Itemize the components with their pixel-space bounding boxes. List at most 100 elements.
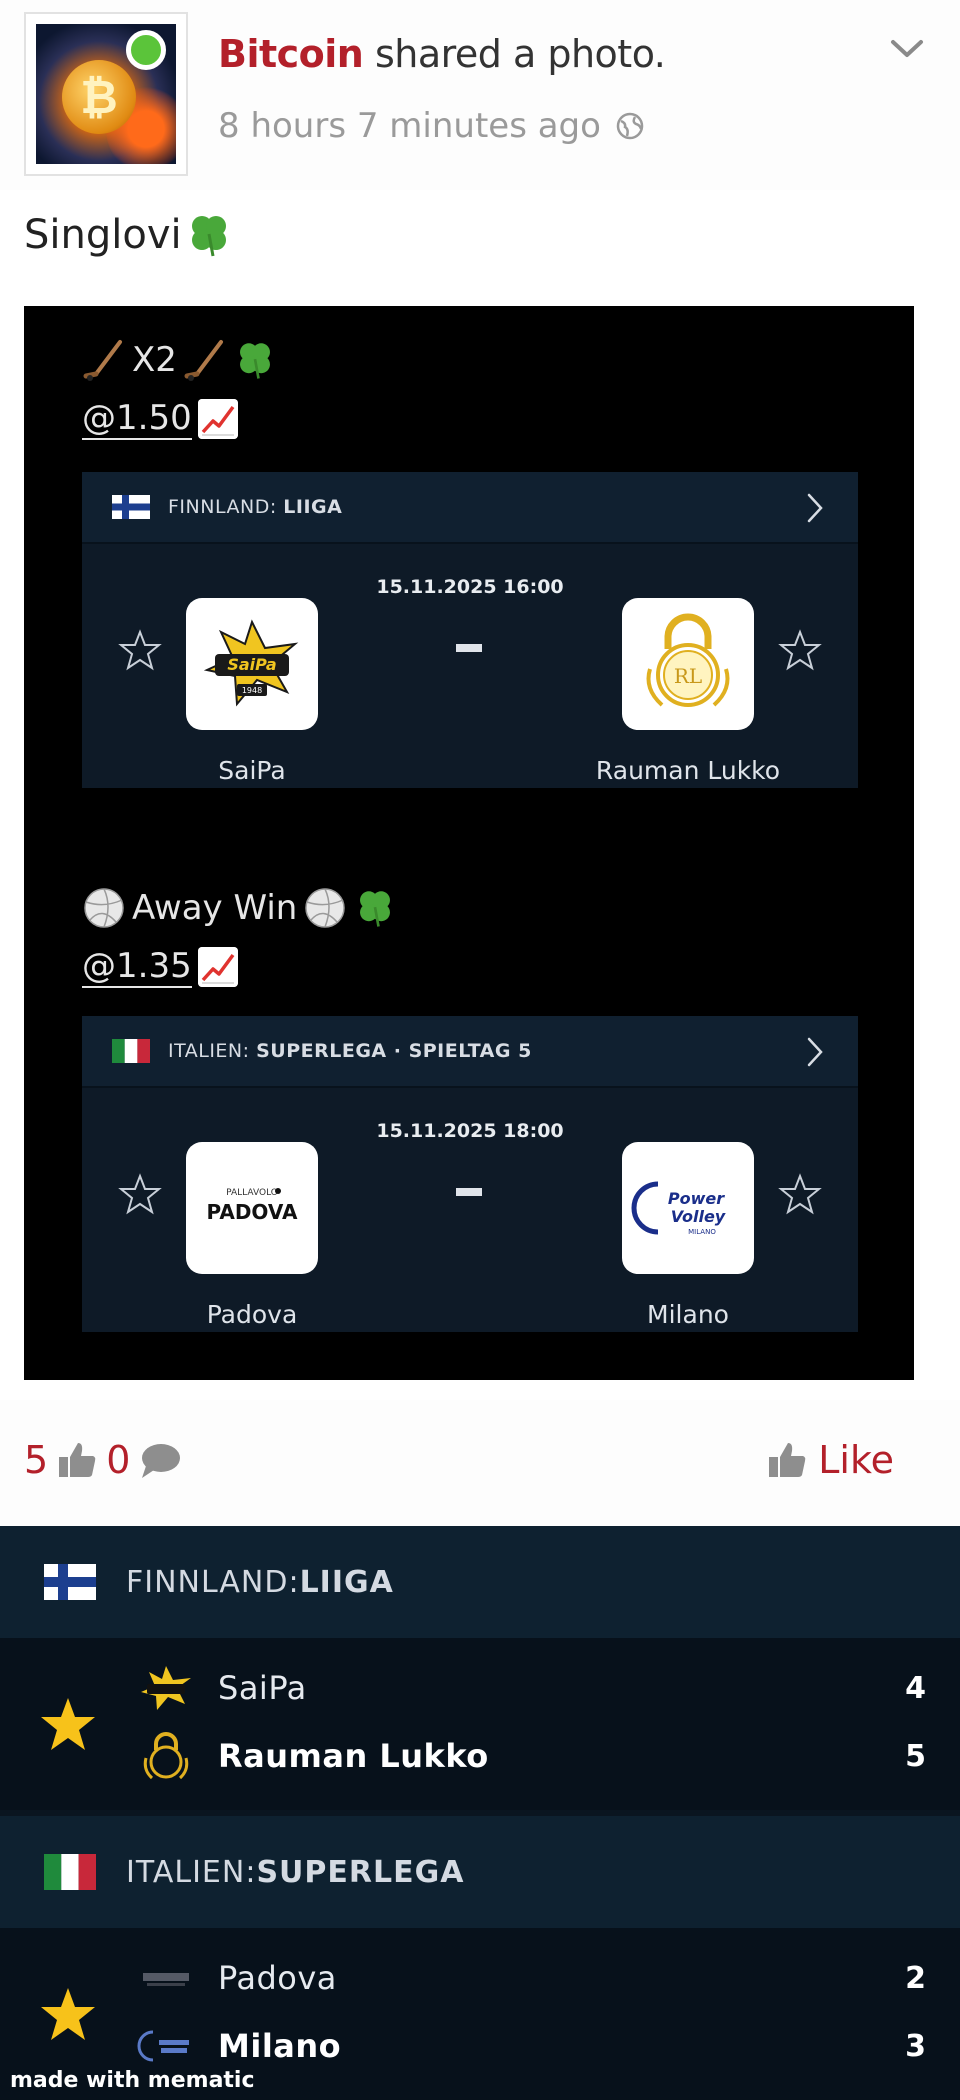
home-team-name: SaiPa [218,756,286,785]
pick-title-text: Away Win [132,888,298,928]
post-timestamp: 8 hours 7 minutes ago [218,106,645,146]
post-caption: Singlovi [24,210,234,260]
home-score: 4 [905,1670,926,1706]
away-team-name: Milano [218,2027,342,2065]
match-datetime: 15.11.2025 18:00 [376,1120,564,1142]
lukko-mini-logo [136,1731,196,1781]
author-link[interactable]: Bitcoin [218,32,364,76]
match-card[interactable]: ITALIEN: SUPERLEGA · SPIELTAG 5 15.11.20… [82,1016,858,1332]
lukko-logo: RL [646,613,730,707]
league-country: ITALIEN: [168,1040,257,1062]
globe-icon [616,112,644,140]
match-card[interactable]: FINNLAND: LIIGA 15.11.2025 16:00 SaiPa 1… [82,472,858,788]
results-league-header[interactable]: FINNLAND: LIIGA [0,1526,960,1638]
away-team-name: Milano [647,1300,729,1329]
favorite-star-filled-icon[interactable] [38,1986,98,2044]
result-away-row: Rauman Lukko 5 [136,1726,926,1786]
watermark: made with mematic [10,2068,255,2093]
match-card-body: 15.11.2025 16:00 SaiPa 1948 RL SaiPa Rau… [82,544,858,788]
result-home-row: SaiPa 4 [136,1658,926,1718]
score-separator [456,1188,482,1196]
pick-title: Away Win [82,886,397,930]
four-leaf-clover-icon [239,343,270,379]
favorite-star-icon[interactable] [118,1172,162,1216]
padova-logo: PALLAVOLO PADOVA [207,1188,298,1224]
result-match-row[interactable]: SaiPa 4 Rauman Lukko 5 [0,1638,960,1810]
svg-text:Volley: Volley [671,1207,726,1226]
away-score: 5 [905,1738,926,1774]
thumbs-up-icon [769,1443,806,1477]
favorite-star-icon[interactable] [778,1172,822,1216]
league-country: ITALIEN: [126,1854,257,1890]
pick-odds: @1.50 [82,398,238,440]
results-league-header[interactable]: ITALIEN: SUPERLEGA [0,1816,960,1928]
padova-mini-logo [136,1953,196,2003]
like-button[interactable]: Like [766,1438,894,1482]
pick-odds: @1.35 [82,946,238,988]
chevron-down-icon[interactable] [890,38,924,60]
svg-text:Power: Power [668,1189,725,1208]
team-logo-rauman-lukko: RL [622,598,754,730]
chevron-right-icon[interactable] [806,1036,824,1068]
post-reactions-bar: 5 0 Like [0,1400,960,1526]
league-name: LIIGA [299,1564,394,1600]
online-status-indicator [126,30,166,70]
league-label: ITALIEN: SUPERLEGA · SPIELTAG 5 [168,1040,532,1062]
reaction-counts[interactable]: 5 0 [24,1438,182,1482]
hockey-stick-icon [83,340,122,381]
post-author-line: Bitcoin shared a photo. [218,32,666,76]
svg-text:PADOVA: PADOVA [207,1200,298,1224]
svg-text:MILANO: MILANO [688,1228,716,1236]
comments-count: 0 [106,1438,131,1482]
svg-text:PALLAVOLO: PALLAVOLO [226,1188,278,1198]
home-score: 2 [905,1960,926,1996]
finland-flag-icon [44,1564,96,1600]
thumbs-up-icon [59,1443,96,1477]
power-volley-logo: Power Volley MILANO [631,1181,726,1236]
result-home-row: Padova 2 [136,1948,926,2008]
four-leaf-clover-icon [360,891,391,927]
match-card-body: 15.11.2025 18:00 PALLAVOLO PADOVA Power … [82,1088,858,1332]
odds-value: @1.35 [82,946,192,988]
team-logo-saipa: SaiPa 1948 [186,598,318,730]
league-label: FINNLAND: LIIGA [168,496,342,518]
svg-text:RL: RL [674,664,702,688]
bitcoin-coin-icon: ₿ [62,60,136,134]
odds-value: @1.50 [82,398,192,440]
away-score: 3 [905,2028,926,2064]
chart-increasing-icon [197,399,238,439]
timestamp-text[interactable]: 8 hours 7 minutes ago [218,106,601,146]
post-action-text: shared a photo. [363,32,666,76]
results-panel: FINNLAND: LIIGA SaiPa 4 Rauman Lukko 5 I… [0,1526,960,2100]
team-logo-padova: PALLAVOLO PADOVA [186,1142,318,1274]
chevron-right-icon[interactable] [806,492,824,524]
team-logo-milano: Power Volley MILANO [622,1142,754,1274]
svg-text:1948: 1948 [242,686,262,695]
hockey-stick-icon [184,340,223,381]
favorite-star-icon[interactable] [118,628,162,672]
like-label: Like [818,1438,894,1482]
likes-count: 5 [24,1438,49,1482]
league-country: FINNLAND: [126,1564,300,1600]
match-card-header[interactable]: FINNLAND: LIIGA [82,472,858,544]
avatar[interactable]: ₿ [24,12,188,176]
volleyball-icon [305,888,346,928]
volleyball-icon [84,888,124,928]
post-header: ₿ Bitcoin shared a photo. 8 hours 7 minu… [0,0,960,190]
favorite-star-filled-icon[interactable] [38,1696,98,1754]
league-name: SUPERLEGA · SPIELTAG 5 [256,1040,532,1062]
away-team-name: Rauman Lukko [218,1737,489,1775]
saipa-logo: SaiPa 1948 [203,619,299,707]
home-team-name: Padova [218,1959,337,1997]
favorite-star-icon[interactable] [778,628,822,672]
svg-text:SaiPa: SaiPa [227,655,276,674]
finland-flag-icon [112,495,150,519]
four-leaf-clover-icon [191,216,226,257]
league-name: SUPERLEGA [256,1854,465,1890]
caption-text: Singlovi [24,212,182,258]
league-name: LIIGA [283,496,343,518]
post-photo[interactable]: X2 @1.50 FINNLAND: LIIGA 15.11.2025 16:0… [24,306,914,1380]
match-card-header[interactable]: ITALIEN: SUPERLEGA · SPIELTAG 5 [82,1016,858,1088]
score-separator [456,644,482,652]
league-country: FINNLAND: [168,496,284,518]
